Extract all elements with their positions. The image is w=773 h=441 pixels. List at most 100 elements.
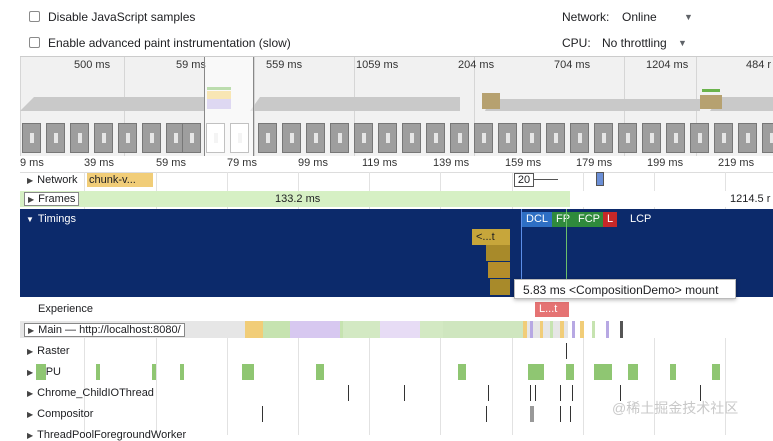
screenshot-thumbnail[interactable] [762,123,773,153]
gpu-task[interactable] [566,364,574,380]
gpu-task[interactable] [316,364,324,380]
gpu-task[interactable] [712,364,720,380]
collapse-triangle-icon[interactable]: ▼ [26,215,34,224]
screenshot-thumbnail[interactable] [714,123,733,153]
network-request[interactable] [596,172,604,186]
cpu-activity-graph [20,87,773,111]
layout-shift-event[interactable]: L...t [535,302,569,317]
gpu-task[interactable] [242,364,254,380]
screenshot-thumbnail[interactable] [522,123,541,153]
screenshot-thumbnail[interactable] [182,123,201,153]
tooltip-duration: 5.83 ms [523,283,566,297]
screenshot-thumbnail[interactable] [690,123,709,153]
child-io-track-header[interactable]: ▶ Chrome_ChildIOThread [27,387,154,399]
network-label: Network: [562,10,610,24]
timings-track-header[interactable]: ▼ Timings [26,213,76,225]
screenshot-thumbnail[interactable] [474,123,493,153]
screenshot-thumbnail[interactable] [258,123,277,153]
experience-track[interactable]: Experience L...t [20,297,773,321]
compositor-track-label: Compositor [37,408,94,420]
event-tooltip: 5.83 ms <CompositionDemo> mount [514,279,736,299]
experience-track-label: Experience [38,303,94,315]
expand-triangle-icon[interactable]: ▶ [27,389,33,398]
timings-track-label: Timings [37,213,77,225]
gpu-task[interactable] [96,364,100,380]
timeline-overview[interactable]: 500 ms 59 ms 559 ms 1059 ms 204 ms 704 m… [20,56,773,157]
cpu-select[interactable]: No throttling [602,36,667,50]
expand-triangle-icon[interactable]: ▶ [28,326,34,335]
screenshot-thumbnail[interactable] [594,123,613,153]
expand-triangle-icon[interactable]: ▶ [27,410,33,419]
network-request-chunk[interactable]: chunk-v... [87,173,153,187]
raster-track-label: Raster [37,345,70,357]
screenshot-thumbnail[interactable] [306,123,325,153]
user-timing-event[interactable]: <...t [472,229,510,245]
screenshot-thumbnail[interactable] [450,123,469,153]
screenshot-thumbnail[interactable] [738,123,757,153]
main-track[interactable]: ▶ Main — http://localhost:8080/ [20,321,773,338]
expand-triangle-icon[interactable]: ▶ [28,195,34,204]
network-track-label: Network [37,174,78,186]
fp-marker[interactable]: FP [552,212,575,227]
network-chevron-down-icon[interactable]: ▼ [684,12,693,22]
screenshot-thumbnail[interactable] [666,123,685,153]
raster-track-header[interactable]: ▶ Raster [27,345,70,357]
advanced-paint-checkbox[interactable] [29,37,40,48]
gpu-task[interactable] [628,364,638,380]
screenshot-thumbnail[interactable] [70,123,89,153]
network-request-badge[interactable]: 20 [514,173,534,187]
gpu-task[interactable] [670,364,676,380]
screenshot-thumbnail[interactable] [570,123,589,153]
main-track-label: Main — http://localhost:8080/ [38,324,181,336]
ruler-tick: 119 ms [362,157,398,169]
screenshot-thumbnail[interactable] [546,123,565,153]
network-track-header[interactable]: ▶ Network [27,174,78,186]
gpu-task[interactable] [594,364,612,380]
user-timing-event[interactable] [490,279,510,295]
disable-js-samples-checkbox[interactable] [29,11,40,22]
threadpool-track-header[interactable]: ▶ ThreadPoolForegroundWorker [27,429,186,441]
compositor-track-header[interactable]: ▶ Compositor [27,408,93,420]
advanced-paint-label: Enable advanced paint instrumentation (s… [48,36,291,50]
watermark: @稀土掘金技术社区 [612,400,739,416]
frames-track-header[interactable]: ▶ Frames [24,192,80,206]
screenshot-thumbnail[interactable] [402,123,421,153]
fcp-marker[interactable]: FCP [574,212,604,227]
dcl-marker[interactable]: DCL [522,212,553,227]
screenshot-thumbnail[interactable] [330,123,349,153]
screenshot-thumbnail[interactable] [378,123,397,153]
screenshot-thumbnail[interactable] [118,123,137,153]
ruler-tick: 219 ms [718,157,755,169]
gpu-task[interactable] [152,364,156,380]
expand-triangle-icon[interactable]: ▶ [27,431,33,440]
expand-triangle-icon[interactable]: ▶ [27,176,33,185]
network-select[interactable]: Online [622,10,657,24]
lcp-marker[interactable]: LCP [626,212,655,227]
user-timing-event[interactable] [488,262,510,278]
expand-triangle-icon[interactable]: ▶ [27,347,33,356]
user-timing-event[interactable] [486,245,510,261]
frames-track[interactable]: ▶ Frames 133.2 ms 1214.5 r [20,191,773,207]
screenshot-thumbnail[interactable] [642,123,661,153]
screenshot-thumbnail[interactable] [22,123,41,153]
screenshot-thumbnail[interactable] [142,123,161,153]
main-track-header[interactable]: ▶ Main — http://localhost:8080/ [24,323,185,337]
screenshot-thumbnail[interactable] [94,123,113,153]
screenshot-filmstrip[interactable] [20,123,773,157]
l-marker[interactable]: L [603,212,618,227]
screenshot-thumbnail[interactable] [498,123,517,153]
screenshot-thumbnail[interactable] [282,123,301,153]
gpu-task[interactable] [36,364,46,380]
gpu-task[interactable] [458,364,466,380]
overview-window-selection[interactable] [204,57,254,157]
expand-triangle-icon[interactable]: ▶ [27,368,33,377]
overview-tick: 1204 ms [646,59,689,71]
gpu-task[interactable] [180,364,184,380]
screenshot-thumbnail[interactable] [354,123,373,153]
screenshot-thumbnail[interactable] [46,123,65,153]
cpu-chevron-down-icon[interactable]: ▼ [678,38,687,48]
gpu-task[interactable] [528,364,544,380]
screenshot-thumbnail[interactable] [618,123,637,153]
screenshot-thumbnail[interactable] [426,123,445,153]
disable-js-samples-label: Disable JavaScript samples [48,10,196,24]
